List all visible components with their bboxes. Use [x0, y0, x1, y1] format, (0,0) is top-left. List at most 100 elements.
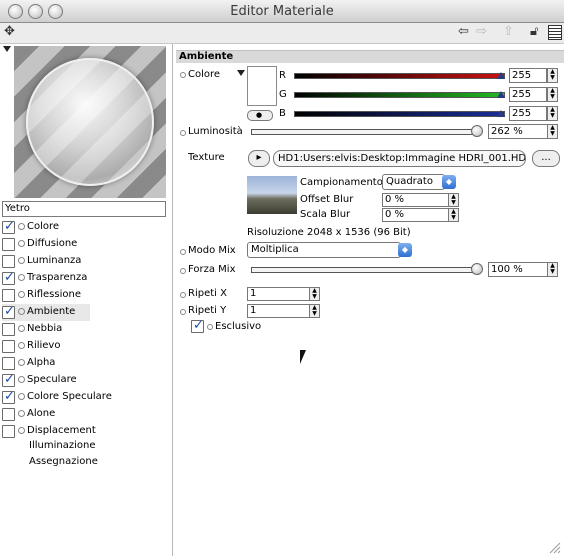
b-slider-handle[interactable] [497, 110, 505, 117]
campionamento-select[interactable]: Quadrato [382, 174, 445, 190]
texture-menu-button[interactable]: ▸ [248, 150, 270, 167]
forza-mix-value-field[interactable]: 100 % [488, 262, 548, 277]
scala-blur-field[interactable]: 0 % [382, 208, 450, 222]
g-stepper[interactable]: ▲ ▼ [547, 87, 558, 102]
modo-mix-select[interactable]: Moltiplica [247, 242, 401, 258]
luminosita-value-field[interactable]: 262 % [488, 124, 548, 139]
r-stepper[interactable]: ▲ ▼ [547, 68, 558, 83]
channel-anim-dot[interactable] [18, 274, 25, 281]
up-arrow-icon[interactable]: ⇧ [503, 25, 514, 39]
channel-anim-dot[interactable] [18, 376, 25, 383]
channel-anim-dot[interactable] [18, 427, 25, 434]
material-name-input[interactable]: Yetro [2, 201, 166, 217]
channel-checkbox[interactable] [2, 340, 15, 353]
r-slider-handle[interactable] [497, 72, 505, 79]
luminosita-slider-knob[interactable] [471, 125, 483, 137]
channel-row-alpha[interactable]: Alpha [2, 355, 170, 372]
channel-row-rilievo[interactable]: Rilievo [2, 338, 170, 355]
channel-row-colore-speculare[interactable]: ✓ Colore Speculare [2, 389, 170, 406]
back-arrow-icon[interactable]: ⇦ [458, 25, 469, 39]
color-swatch[interactable] [247, 66, 277, 106]
channel-anim-dot[interactable] [18, 410, 25, 417]
channel-anim-dot[interactable] [18, 342, 25, 349]
texture-label: Texture [188, 152, 225, 163]
channel-checkbox[interactable] [2, 255, 15, 268]
texture-path-field[interactable]: HD1:Users:elvis:Desktop:Immagine HDRI_00… [273, 150, 526, 167]
forward-arrow-icon[interactable]: ⇨ [476, 25, 487, 39]
offset-blur-field[interactable]: 0 % [382, 193, 450, 207]
color-menu-arrow-icon[interactable] [237, 70, 245, 76]
esclusivo-anim-dot[interactable] [207, 324, 213, 330]
channel-label: Speculare [27, 374, 77, 385]
b-value-field[interactable]: 255 [509, 106, 547, 121]
ripeti-y-anim-dot[interactable] [180, 309, 186, 315]
r-value-field[interactable]: 255 [509, 68, 547, 83]
channel-row-trasparenza[interactable]: ✓ Trasparenza [2, 270, 170, 287]
forza-mix-stepper[interactable]: ▲ ▼ [547, 262, 558, 277]
channel-row-luminanza[interactable]: Luminanza [2, 253, 170, 270]
channel-anim-dot[interactable] [18, 291, 25, 298]
ripeti-x-anim-dot[interactable] [180, 292, 186, 298]
g-slider-handle[interactable] [497, 91, 505, 98]
channel-checkbox[interactable] [2, 425, 15, 438]
channel-label: Colore [27, 221, 60, 232]
checkmark-icon: ✓ [4, 270, 15, 285]
channel-row-colore[interactable]: ✓ Colore [2, 219, 170, 236]
modo-mix-dropdown-icon[interactable]: ◆ [398, 243, 412, 257]
channel-row-alone[interactable]: Alone [2, 406, 170, 423]
channel-checkbox[interactable] [2, 408, 15, 421]
channel-row-riflessione[interactable]: Riflessione [2, 287, 170, 304]
ripeti-x-field[interactable]: 1 [247, 287, 311, 301]
luminosita-anim-dot[interactable] [180, 130, 186, 136]
channel-assegnazione[interactable]: Assegnazione [29, 456, 98, 467]
channel-illuminazione[interactable]: Illuminazione [29, 440, 95, 451]
esclusivo-checkbox[interactable]: ✓ [191, 318, 204, 333]
channel-checkbox[interactable] [2, 238, 15, 251]
colore-anim-dot[interactable] [180, 72, 186, 78]
campionamento-dropdown-icon[interactable]: ◆ [442, 175, 456, 189]
channel-checkbox[interactable]: ✓ [2, 219, 15, 234]
right-panel [173, 44, 564, 556]
lock-icon[interactable]: 🔓︎ [530, 25, 538, 39]
channel-anim-dot[interactable] [18, 240, 25, 247]
b-slider[interactable] [294, 111, 505, 117]
channel-checkbox[interactable]: ✓ [2, 389, 15, 404]
g-slider[interactable] [294, 92, 505, 98]
channel-checkbox[interactable]: ✓ [2, 270, 15, 285]
channel-checkbox[interactable]: ✓ [2, 304, 15, 319]
g-value-field[interactable]: 255 [509, 87, 547, 102]
channel-row-speculare[interactable]: ✓ Speculare [2, 372, 170, 389]
channel-anim-dot[interactable] [18, 308, 25, 315]
channel-row-nebbia[interactable]: Nebbia [2, 321, 170, 338]
luminosita-slider[interactable] [251, 129, 481, 135]
channel-checkbox[interactable] [2, 323, 15, 336]
resize-grip-icon[interactable] [547, 540, 561, 554]
modo-mix-anim-dot[interactable] [180, 249, 186, 255]
scala-blur-stepper[interactable]: ▲ ▼ [448, 208, 459, 222]
forza-mix-slider[interactable] [251, 267, 481, 273]
r-slider[interactable] [294, 73, 505, 79]
texture-browse-button[interactable]: ... [532, 150, 560, 167]
channel-row-displacement[interactable]: Displacement [2, 423, 170, 440]
channel-anim-dot[interactable] [18, 223, 25, 230]
channel-checkbox[interactable] [2, 289, 15, 302]
channel-anim-dot[interactable] [18, 257, 25, 264]
b-stepper[interactable]: ▲ ▼ [547, 106, 558, 121]
offset-blur-stepper[interactable]: ▲ ▼ [448, 193, 459, 207]
forza-mix-anim-dot[interactable] [180, 268, 186, 274]
channel-row-diffusione[interactable]: Diffusione [2, 236, 170, 253]
ripeti-y-field[interactable]: 1 [247, 304, 311, 318]
channel-anim-dot[interactable] [18, 325, 25, 332]
channel-checkbox[interactable] [2, 357, 15, 370]
forza-mix-slider-knob[interactable] [471, 263, 483, 275]
layout-icon[interactable] [548, 25, 562, 40]
channel-checkbox[interactable]: ✓ [2, 372, 15, 387]
ripeti-x-stepper[interactable]: ▲ ▼ [309, 287, 320, 301]
channel-anim-dot[interactable] [18, 393, 25, 400]
luminosita-stepper[interactable]: ▲ ▼ [547, 124, 558, 139]
preview-menu-arrow-icon[interactable] [3, 46, 11, 52]
channel-anim-dot[interactable] [18, 359, 25, 366]
channel-row-ambiente[interactable]: ✓ Ambiente [2, 304, 90, 321]
ripeti-y-stepper[interactable]: ▲ ▼ [309, 304, 320, 318]
pin-icon[interactable]: ✥ [4, 25, 15, 39]
